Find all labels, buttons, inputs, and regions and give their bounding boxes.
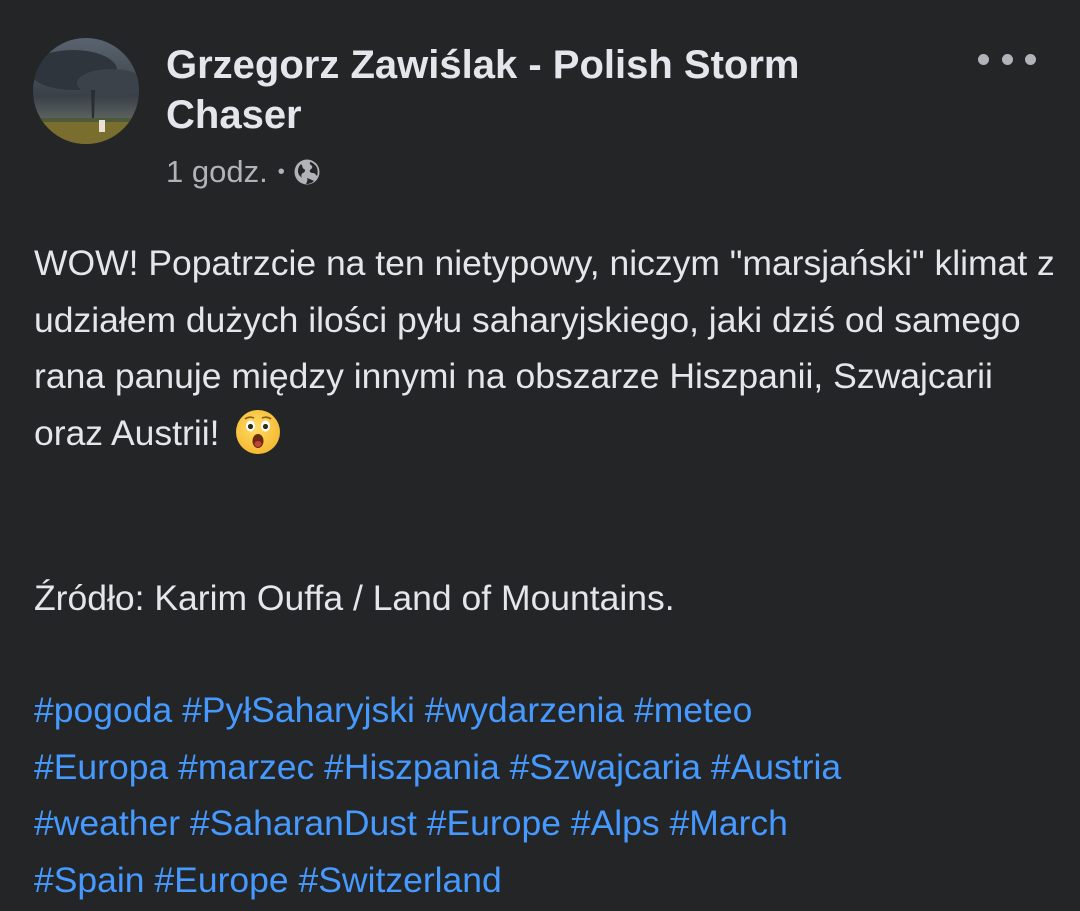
hashtag-link[interactable]: #PyłSaharyjski [182, 690, 415, 730]
more-dot [1001, 53, 1013, 65]
author-name[interactable]: Grzegorz Zawiślak - Polish Storm Chaser [166, 40, 886, 140]
hashtag-link[interactable]: #weather [34, 803, 180, 843]
more-options-icon[interactable] [978, 42, 1036, 76]
post-meta: 1 godz. • [166, 150, 321, 194]
hashtag-link[interactable]: #wydarzenia [425, 690, 624, 730]
more-dot [1025, 53, 1036, 65]
meta-separator: • [277, 160, 285, 183]
astonished-face-icon [235, 409, 281, 472]
more-dot [978, 53, 989, 65]
storm-photo-icon [33, 38, 139, 144]
hashtag-link[interactable]: #Hiszpania [324, 747, 500, 787]
hashtag-link[interactable]: #marzec [178, 747, 314, 787]
hashtag-link[interactable]: #meteo [634, 690, 752, 730]
hashtag-link[interactable]: #pogoda [34, 690, 172, 730]
author-avatar[interactable] [33, 38, 139, 144]
globe-icon[interactable] [293, 158, 321, 186]
hashtag-link[interactable]: #March [670, 803, 788, 843]
post-body-text: WOW! Popatrzcie na ten nietypowy, niczym… [34, 243, 1055, 453]
hashtag-link[interactable]: #Europe [154, 860, 288, 900]
hashtag-link[interactable]: #Europe [427, 803, 561, 843]
hashtag-link[interactable]: #Austria [711, 747, 841, 787]
hashtag-link[interactable]: #Spain [34, 860, 145, 900]
hashtag-link[interactable]: #Europa [34, 747, 168, 787]
post-card: Grzegorz Zawiślak - Polish Storm Chaser … [0, 0, 1080, 911]
post-body: WOW! Popatrzcie na ten nietypowy, niczym… [34, 235, 1064, 471]
hashtag-link[interactable]: #SaharanDust [190, 803, 417, 843]
post-source: Źródło: Karim Ouffa / Land of Mountains. [34, 578, 675, 618]
hashtag-link[interactable]: #Switzerland [299, 860, 502, 900]
hashtag-list: #pogoda #PyłSaharyjski #wydarzenia #mete… [34, 682, 1074, 908]
hashtag-link[interactable]: #Alps [571, 803, 660, 843]
hashtag-link[interactable]: #Szwajcaria [510, 747, 701, 787]
post-timestamp[interactable]: 1 godz. [166, 154, 268, 190]
